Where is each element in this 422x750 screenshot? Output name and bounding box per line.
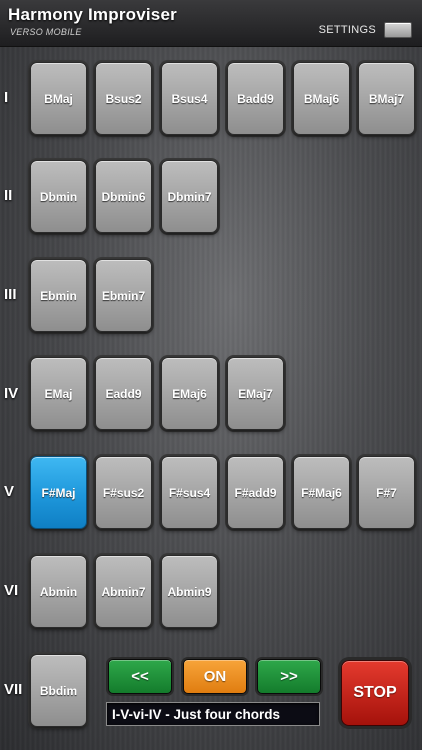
row-numeral-IV: IV [4,385,19,402]
chord-button-BMaj6[interactable]: BMaj6 [293,62,350,135]
chord-button-Abmin[interactable]: Abmin [30,555,87,628]
chord-button-Ebmin7[interactable]: Ebmin7 [95,259,152,332]
chord-button-Bsus2[interactable]: Bsus2 [95,62,152,135]
chord-button-Abmin7[interactable]: Abmin7 [95,555,152,628]
next-progression-button[interactable]: >> [257,659,321,694]
app-header: Harmony Improviser VERSO MOBILE SETTINGS [0,0,422,47]
chord-button-FsharpMaj-active[interactable]: F#Maj [30,456,87,529]
chord-button-Bbdim[interactable]: Bbdim [30,654,87,727]
row-numeral-V: V [4,483,15,500]
chord-button-Dbmin6[interactable]: Dbmin6 [95,160,152,233]
chord-button-Fsharp7[interactable]: F#7 [358,456,415,529]
row-numeral-II: II [4,187,13,204]
chord-button-EMaj7[interactable]: EMaj7 [227,357,284,430]
chord-button-Badd9[interactable]: Badd9 [227,62,284,135]
chord-button-Abmin9[interactable]: Abmin9 [161,555,218,628]
chord-button-Fsharpsus4[interactable]: F#sus4 [161,456,218,529]
stop-button[interactable]: STOP [341,660,409,726]
row-numeral-VI: VI [4,582,19,599]
chord-button-Eadd9[interactable]: Eadd9 [95,357,152,430]
on-toggle-button[interactable]: ON [183,659,247,694]
chord-button-FsharpMaj6[interactable]: F#Maj6 [293,456,350,529]
chord-button-Fsharpsus2[interactable]: F#sus2 [95,456,152,529]
chord-button-Fsharpadd9[interactable]: F#add9 [227,456,284,529]
row-numeral-I: I [4,89,9,106]
progression-display: I-V-vi-IV - Just four chords [106,702,320,726]
chord-button-Dbmin[interactable]: Dbmin [30,160,87,233]
settings-button[interactable]: SETTINGS [319,21,412,39]
settings-toggle-icon [384,22,412,38]
chord-button-Ebmin[interactable]: Ebmin [30,259,87,332]
chord-button-EMaj[interactable]: EMaj [30,357,87,430]
chord-button-EMaj6[interactable]: EMaj6 [161,357,218,430]
app-subtitle: VERSO MOBILE [10,27,82,37]
row-numeral-VII: VII [4,681,23,698]
chord-button-BMaj[interactable]: BMaj [30,62,87,135]
previous-progression-button[interactable]: << [108,659,172,694]
row-numeral-III: III [4,286,17,303]
chord-button-Bsus4[interactable]: Bsus4 [161,62,218,135]
settings-label: SETTINGS [318,24,376,36]
chord-button-Dbmin7[interactable]: Dbmin7 [161,160,218,233]
app-title: Harmony Improviser [8,5,177,24]
chord-button-BMaj7[interactable]: BMaj7 [358,62,415,135]
